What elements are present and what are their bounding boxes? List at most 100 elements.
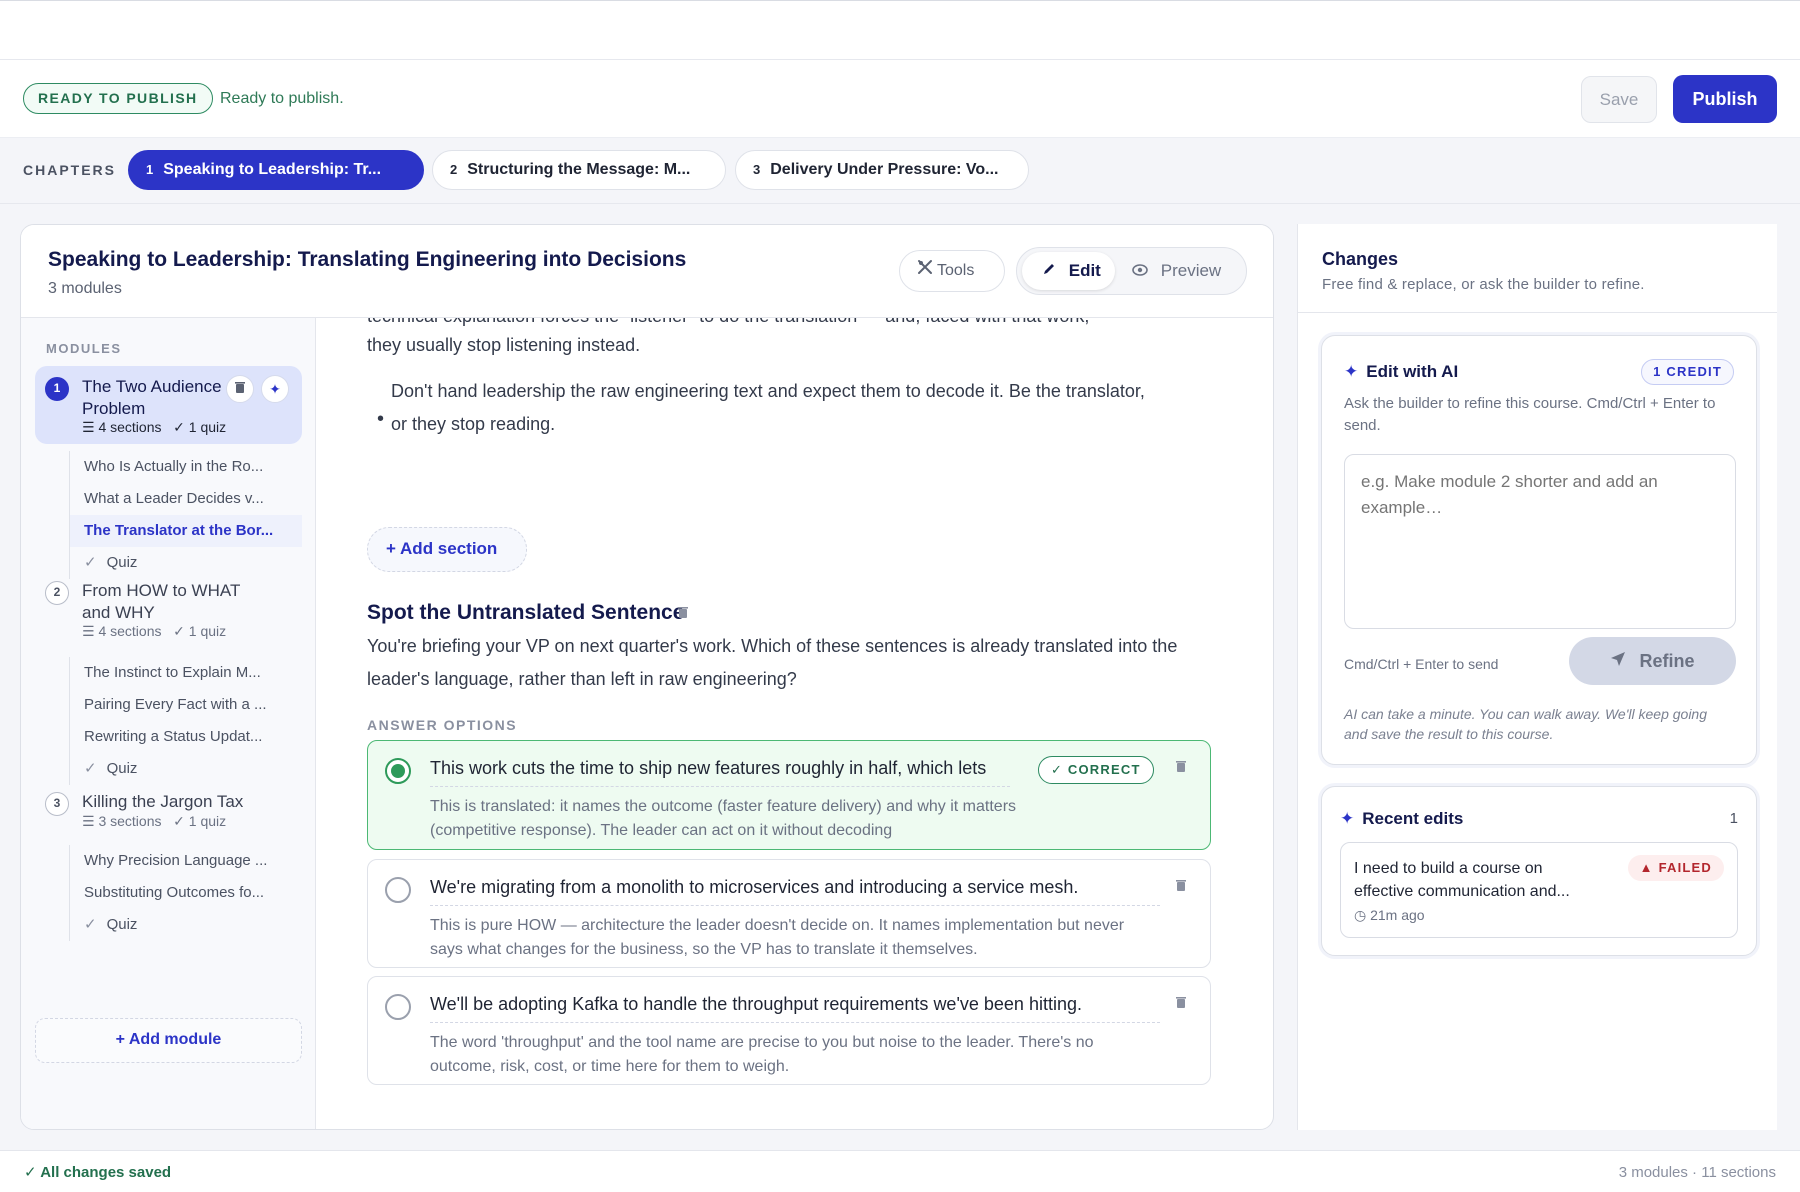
save-button[interactable]: Save: [1581, 76, 1657, 123]
add-module-label: Add module: [128, 1031, 222, 1048]
eye-icon: [1132, 261, 1153, 280]
trash-icon: [1175, 996, 1187, 1013]
list-icon: ☰: [82, 813, 99, 829]
answer-options-label: ANSWER OPTIONS: [367, 717, 518, 733]
section-item[interactable]: Substituting Outcomes fo...: [70, 877, 302, 909]
chapter-header: Speaking to Leadership: Translating Engi…: [21, 225, 1273, 318]
module-item-2[interactable]: 2 From HOW to WHAT and WHY ☰ 4 sections …: [35, 570, 302, 648]
sparkle-icon: ✦: [1344, 362, 1359, 381]
delete-answer-button[interactable]: [1175, 879, 1187, 896]
course-stats: 3 modules · 11 sections: [1618, 1164, 1776, 1181]
section-item[interactable]: What a Leader Decides v...: [70, 483, 302, 515]
chapter-module-count: 3 modules: [48, 280, 122, 297]
answer-text[interactable]: This work cuts the time to ship new feat…: [430, 758, 1010, 787]
check-icon: ✓: [173, 419, 189, 435]
tools-button[interactable]: Tools: [899, 250, 1005, 292]
changes-panel: Changes Free find & replace, or ask the …: [1297, 224, 1778, 1130]
check-icon: ✓: [173, 623, 189, 639]
ready-status-badge: READY TO PUBLISH: [23, 83, 213, 114]
chapter-tab-1[interactable]: 1 Speaking to Leadership: Tr...: [128, 150, 424, 190]
delete-answer-button[interactable]: [1175, 760, 1187, 777]
bullet-marker: •: [377, 408, 385, 430]
correct-answer-radio[interactable]: [385, 758, 411, 784]
answer-explanation[interactable]: This is pure HOW — architecture the lead…: [430, 914, 1160, 962]
delete-section-button[interactable]: [677, 606, 689, 623]
section-item[interactable]: The Instinct to Explain M...: [70, 657, 302, 689]
recent-edits-header: ✦ Recent edits: [1340, 809, 1463, 829]
section-item[interactable]: Pairing Every Fact with a ...: [70, 689, 302, 721]
send-hint: Cmd/Ctrl + Enter to send: [1344, 656, 1499, 672]
save-status-label: All changes saved: [40, 1164, 172, 1181]
bullet-text[interactable]: Don't hand leadership the raw engineerin…: [391, 375, 1151, 441]
delete-module-button[interactable]: [226, 375, 254, 403]
edit-mode-button[interactable]: Edit: [1022, 252, 1115, 290]
module-item-3[interactable]: 3 Killing the Jargon Tax ☰ 3 sections ✓ …: [35, 781, 302, 837]
section-item[interactable]: Rewriting a Status Updat...: [70, 721, 302, 753]
section-item[interactable]: Who Is Actually in the Ro...: [70, 451, 302, 483]
changes-title: Changes: [1322, 249, 1399, 269]
module-1-sections: Who Is Actually in the Ro... What a Lead…: [69, 451, 302, 579]
delete-answer-button[interactable]: [1175, 996, 1187, 1013]
ai-card-header: ✦ Edit with AI: [1344, 362, 1458, 382]
answer-explanation[interactable]: The word 'throughput' and the tool name …: [430, 1031, 1160, 1079]
chapter-editor-card: Speaking to Leadership: Translating Engi…: [20, 224, 1274, 1130]
section-editor: technical explanation forces the “listen…: [317, 318, 1273, 1129]
module-title: Killing the Jargon Tax: [82, 792, 244, 811]
status-bar: READY TO PUBLISH Ready to publish. Save …: [0, 60, 1800, 138]
top-bar: [0, 0, 1800, 60]
publish-button[interactable]: Publish: [1673, 75, 1777, 123]
answer-text[interactable]: We'll be adopting Kafka to handle the th…: [430, 994, 1160, 1023]
module-number: 3: [45, 792, 69, 816]
recent-edit-text: I need to build a course on effective co…: [1354, 860, 1570, 900]
add-section-button[interactable]: + Add section: [367, 527, 527, 572]
module-number: 1: [45, 377, 69, 401]
answer-radio[interactable]: [385, 994, 411, 1020]
module-item-1[interactable]: 1 The Two Audience Problem ✦ ☰ 4 section…: [35, 366, 302, 444]
check-icon: ✓: [24, 1164, 41, 1181]
failed-label: FAILED: [1658, 860, 1712, 875]
module-quiz-count: 1 quiz: [188, 623, 227, 639]
quiz-question[interactable]: You're briefing your VP on next quarter'…: [367, 630, 1227, 696]
chapter-tab-number: 3: [753, 162, 761, 177]
trash-icon: [677, 606, 689, 623]
chapter-tab-2[interactable]: 2 Structuring the Message: M...: [432, 150, 726, 190]
chapter-tab-3[interactable]: 3 Delivery Under Pressure: Vo...: [735, 150, 1029, 190]
module-3-sections: Why Precision Language ... Substituting …: [69, 845, 302, 941]
list-icon: ☰: [82, 623, 99, 639]
quiz-label: Quiz: [106, 916, 138, 933]
quiz-label: Quiz: [106, 554, 138, 571]
answer-radio[interactable]: [385, 877, 411, 903]
chapter-tab-label: Structuring the Message: M...: [467, 161, 691, 178]
preview-mode-button[interactable]: Preview: [1132, 252, 1221, 290]
module-title: From HOW to WHAT and WHY: [82, 581, 241, 622]
trash-icon: [234, 381, 246, 397]
answer-text[interactable]: We're migrating from a monolith to micro…: [430, 877, 1160, 906]
quiz-item[interactable]: ✓ Quiz: [70, 909, 302, 941]
paragraph-end[interactable]: they usually stop listening instead.: [367, 329, 1227, 362]
modules-label: MODULES: [46, 341, 122, 356]
chapter-tab-number: 2: [450, 162, 458, 177]
chapters-bar: CHAPTERS 1 Speaking to Leadership: Tr... …: [0, 138, 1800, 204]
module-quiz-count: 1 quiz: [188, 419, 227, 435]
chapter-tab-number: 1: [146, 162, 154, 177]
refine-button[interactable]: Refine: [1569, 637, 1736, 685]
send-icon: [1610, 651, 1631, 671]
pencil-icon: [1042, 261, 1061, 280]
add-module-button[interactable]: + Add module: [35, 1018, 302, 1063]
quiz-section-title[interactable]: Spot the Untranslated Sentence: [367, 601, 684, 625]
check-icon: ✓: [84, 554, 97, 571]
ai-module-button[interactable]: ✦: [261, 375, 289, 403]
recent-edit-time-label: 21m ago: [1370, 907, 1425, 923]
trash-icon: [1175, 879, 1187, 896]
answer-explanation[interactable]: This is translated: it names the outcome…: [430, 795, 1090, 843]
ai-card-title: Edit with AI: [1366, 362, 1459, 381]
recent-edit-item[interactable]: I need to build a course on effective co…: [1340, 842, 1738, 938]
section-item-active[interactable]: The Translator at the Bor...: [70, 515, 302, 547]
ai-prompt-input[interactable]: [1344, 454, 1736, 629]
recent-edit-time: ◷ 21m ago: [1354, 907, 1425, 924]
check-icon: ✓: [84, 916, 97, 933]
section-item[interactable]: Why Precision Language ...: [70, 845, 302, 877]
quiz-label: Quiz: [106, 760, 138, 777]
answer-option-2: We're migrating from a monolith to micro…: [367, 859, 1211, 968]
paragraph-cut-line: technical explanation forces the “listen…: [367, 318, 1089, 327]
